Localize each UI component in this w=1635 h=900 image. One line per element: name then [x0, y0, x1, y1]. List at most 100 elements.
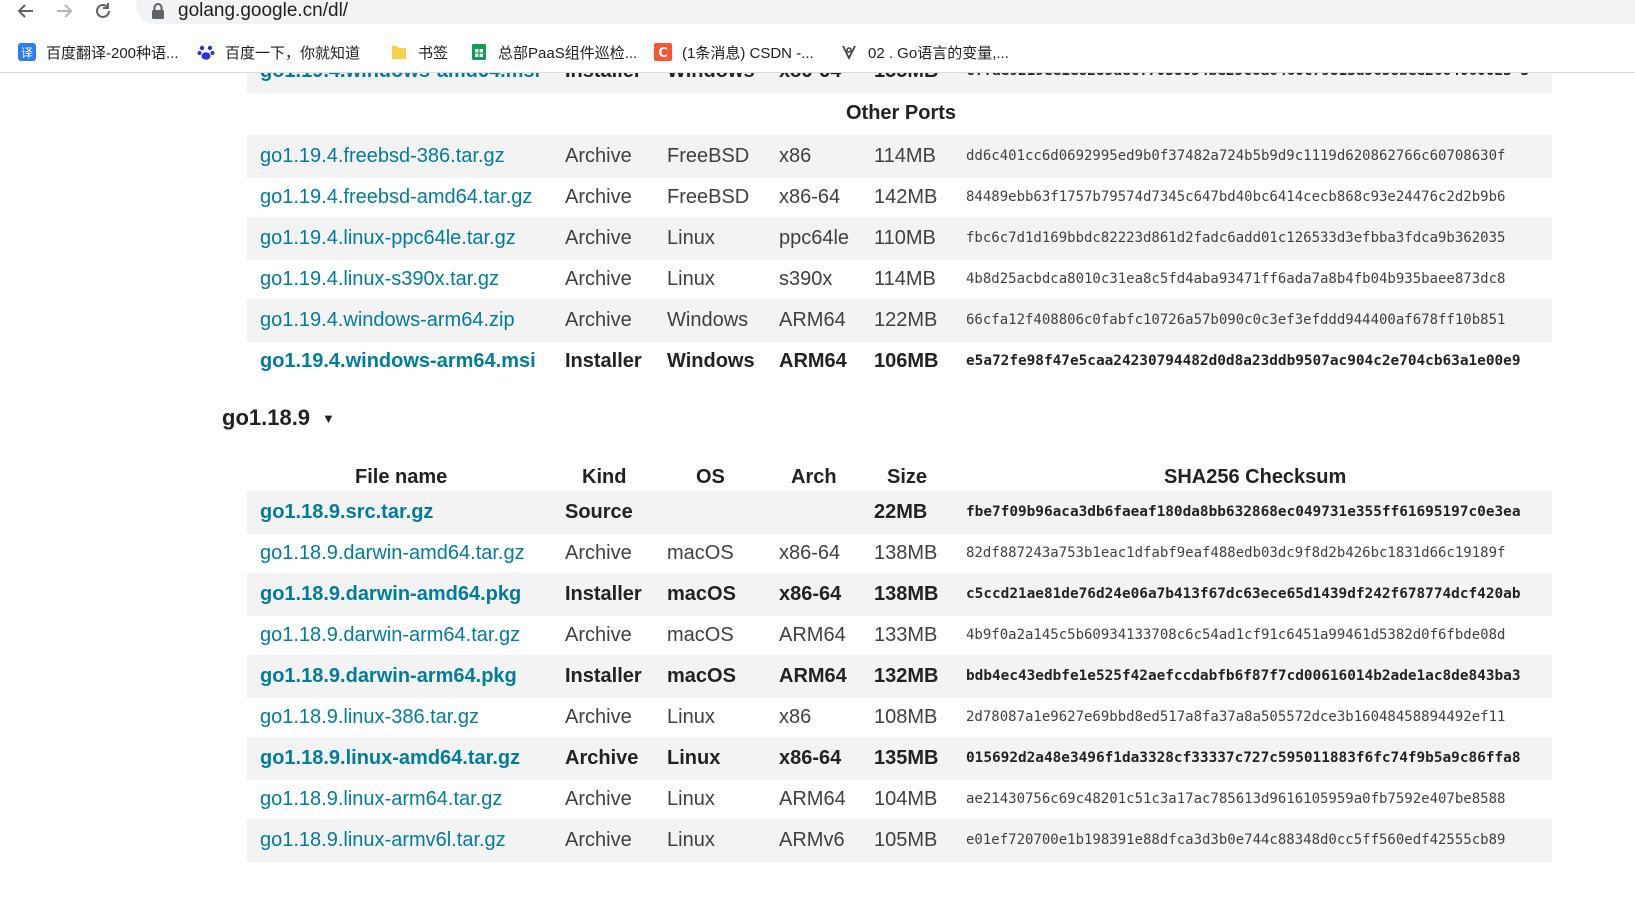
table-row: go1.18.9.darwin-arm64.tar.gz Archive mac…: [247, 614, 1552, 657]
checksum-cell: 4b9f0a2a145c5b60934133708c6c54ad1cf91c64…: [966, 627, 1506, 643]
version-title: go1.18.9: [222, 405, 311, 430]
reload-icon: [96, 3, 110, 18]
file-link[interactable]: go1.18.9.src.tar.gz: [260, 491, 433, 534]
table-row: go1.18.9.darwin-amd64.tar.gz Archive mac…: [247, 532, 1552, 575]
checksum-cell: fbe7f09b96aca3db6faeaf180da8bb632868ec04…: [966, 504, 1521, 520]
url-text[interactable]: golang.google.cn/dl/: [178, 0, 348, 23]
size-cell: 142MB: [874, 186, 938, 208]
file-link[interactable]: go1.18.9.linux-amd64.tar.gz: [260, 737, 520, 780]
os-cell: Linux: [667, 706, 715, 728]
checksum-cell: ae21430756c69c48201c51c3a17ac785613d9616…: [966, 791, 1506, 807]
column-header-os: OS: [696, 466, 725, 488]
kind-cell: Installer: [565, 73, 642, 93]
os-cell: Windows: [667, 309, 749, 331]
file-link[interactable]: go1.18.9.linux-armv6l.tar.gz: [260, 819, 506, 862]
checksum-cell: 4b8d25acbdca8010c31ea8c5fd4aba93471ff6ad…: [966, 271, 1506, 287]
size-cell: 114MB: [874, 145, 936, 167]
table-row: go1.19.4.linux-ppc64le.tar.gz Archive Li…: [247, 217, 1552, 260]
table-row: go1.19.4.windows-arm64.zip Archive Windo…: [247, 299, 1552, 342]
back-button[interactable]: [12, 0, 40, 24]
kind-cell: Archive: [565, 186, 632, 208]
file-link[interactable]: go1.18.9.darwin-arm64.pkg: [260, 655, 517, 698]
translate-icon: 译: [18, 43, 36, 61]
arch-cell: x86-64: [779, 583, 842, 605]
bookmark-folder[interactable]: 书签: [390, 39, 448, 65]
kind-cell: Source: [565, 501, 633, 523]
file-link[interactable]: go1.19.4.linux-s390x.tar.gz: [260, 258, 499, 301]
column-header-checksum: SHA256 Checksum: [1164, 466, 1347, 488]
browser-toolbar: golang.google.cn/dl/: [0, 0, 1635, 26]
file-link[interactable]: go1.19.4.windows-arm64.msi: [260, 340, 536, 383]
os-cell: macOS: [667, 665, 736, 687]
checksum-cell: dd6c401cc6d0692995ed9b0f37482a724b5b9d9c…: [966, 148, 1506, 164]
arch-cell: ARMv6: [779, 829, 845, 851]
size-cell: 133MB: [874, 624, 938, 646]
size-cell: 132MB: [874, 665, 939, 687]
os-cell: Linux: [667, 747, 721, 769]
table-row: go1.19.4.freebsd-386.tar.gz Archive Free…: [247, 135, 1552, 178]
size-cell: 138MB: [874, 583, 939, 605]
checksum-cell: 66cfa12f408806c0fabfc10726a57b090c0c3ef3…: [966, 312, 1506, 328]
file-link[interactable]: go1.19.4.freebsd-amd64.tar.gz: [260, 176, 532, 219]
bookmark-paas[interactable]: 总部PaaS组件巡检...: [470, 39, 637, 65]
arch-cell: ARM64: [779, 624, 846, 646]
svg-text:译: 译: [21, 46, 33, 60]
table-row: go1.18.9.linux-amd64.tar.gz Archive Linu…: [247, 737, 1552, 780]
file-link[interactable]: go1.18.9.linux-386.tar.gz: [260, 696, 479, 739]
arch-cell: x86-64: [779, 186, 841, 208]
kind-cell: Archive: [565, 624, 632, 646]
lock-icon: [152, 3, 164, 19]
size-cell: 106MB: [874, 350, 939, 372]
kind-cell: Archive: [565, 542, 632, 564]
table-row: go1.19.4.linux-s390x.tar.gz Archive Linu…: [247, 258, 1552, 301]
os-cell: macOS: [667, 624, 734, 646]
file-link[interactable]: go1.19.4.linux-ppc64le.tar.gz: [260, 217, 516, 260]
kind-cell: Archive: [565, 309, 632, 331]
address-bar[interactable]: [136, 0, 1635, 24]
file-link[interactable]: go1.18.9.linux-arm64.tar.gz: [260, 778, 502, 821]
file-link[interactable]: go1.18.9.darwin-amd64.tar.gz: [260, 532, 525, 575]
folder-icon: [390, 43, 408, 61]
table-row: go1.19.4.windows-arm64.msi Installer Win…: [247, 340, 1552, 383]
size-cell: 122MB: [874, 309, 938, 331]
os-cell: macOS: [667, 583, 736, 605]
bookmark-go-variables[interactable]: 02 . Go语言的变量,...: [840, 39, 1009, 65]
other-ports-heading: Other Ports: [846, 102, 957, 124]
checksum-cell: e5a72fe98f47e5caa24230794482d0d8a23ddb95…: [966, 353, 1521, 369]
file-link[interactable]: go1.18.9.darwin-amd64.pkg: [260, 573, 521, 616]
kind-cell: Archive: [565, 788, 632, 810]
kind-cell: Archive: [565, 268, 632, 290]
checksum-cell: 82df887243a753b1eac1dfabf9eaf488edb03dc9…: [966, 545, 1506, 561]
size-cell: 105MB: [874, 829, 938, 851]
os-cell: Linux: [667, 268, 715, 290]
arch-cell: x86: [779, 145, 812, 167]
size-cell: 135MB: [874, 73, 938, 93]
checksum-cell: bdb4ec43edbfe1e525f42aefccdabfb6f87f7cd0…: [966, 668, 1521, 684]
os-cell: FreeBSD: [667, 145, 750, 167]
size-cell: 114MB: [874, 268, 936, 290]
os-cell: Linux: [667, 829, 715, 851]
page-content: go1.19.4.windows-amd64.msi Installer Win…: [0, 73, 1635, 900]
arch-cell: ARM64: [779, 665, 847, 687]
size-cell: 104MB: [874, 788, 938, 810]
column-header-arch: Arch: [791, 466, 837, 488]
file-link[interactable]: go1.18.9.darwin-arm64.tar.gz: [260, 614, 520, 657]
file-link[interactable]: go1.19.4.freebsd-386.tar.gz: [260, 135, 505, 178]
file-link[interactable]: go1.19.4.windows-amd64.msi: [260, 73, 540, 93]
kind-cell: Archive: [565, 747, 639, 769]
size-cell: 135MB: [874, 747, 939, 769]
reload-button[interactable]: [89, 0, 117, 24]
file-link[interactable]: go1.19.4.windows-arm64.zip: [260, 299, 515, 342]
arch-cell: ppc64le: [779, 227, 850, 249]
sheets-icon: [470, 43, 488, 61]
forward-button[interactable]: [50, 0, 78, 24]
size-cell: 138MB: [874, 542, 938, 564]
bookmark-baidu-translate[interactable]: 译 百度翻译-200种语...: [18, 39, 179, 65]
csdn-icon: C: [654, 43, 672, 61]
os-cell: FreeBSD: [667, 186, 750, 208]
version-toggle[interactable]: go1.18.9 ▼: [222, 403, 335, 433]
bookmark-baidu[interactable]: 百度一下，你就知道: [197, 39, 360, 65]
back-arrow-icon: [17, 4, 33, 18]
checksum-cell: 015692d2a48e3496f1da3328cf33337c727c5950…: [966, 750, 1521, 766]
bookmark-csdn[interactable]: C (1条消息) CSDN -...: [654, 39, 814, 65]
